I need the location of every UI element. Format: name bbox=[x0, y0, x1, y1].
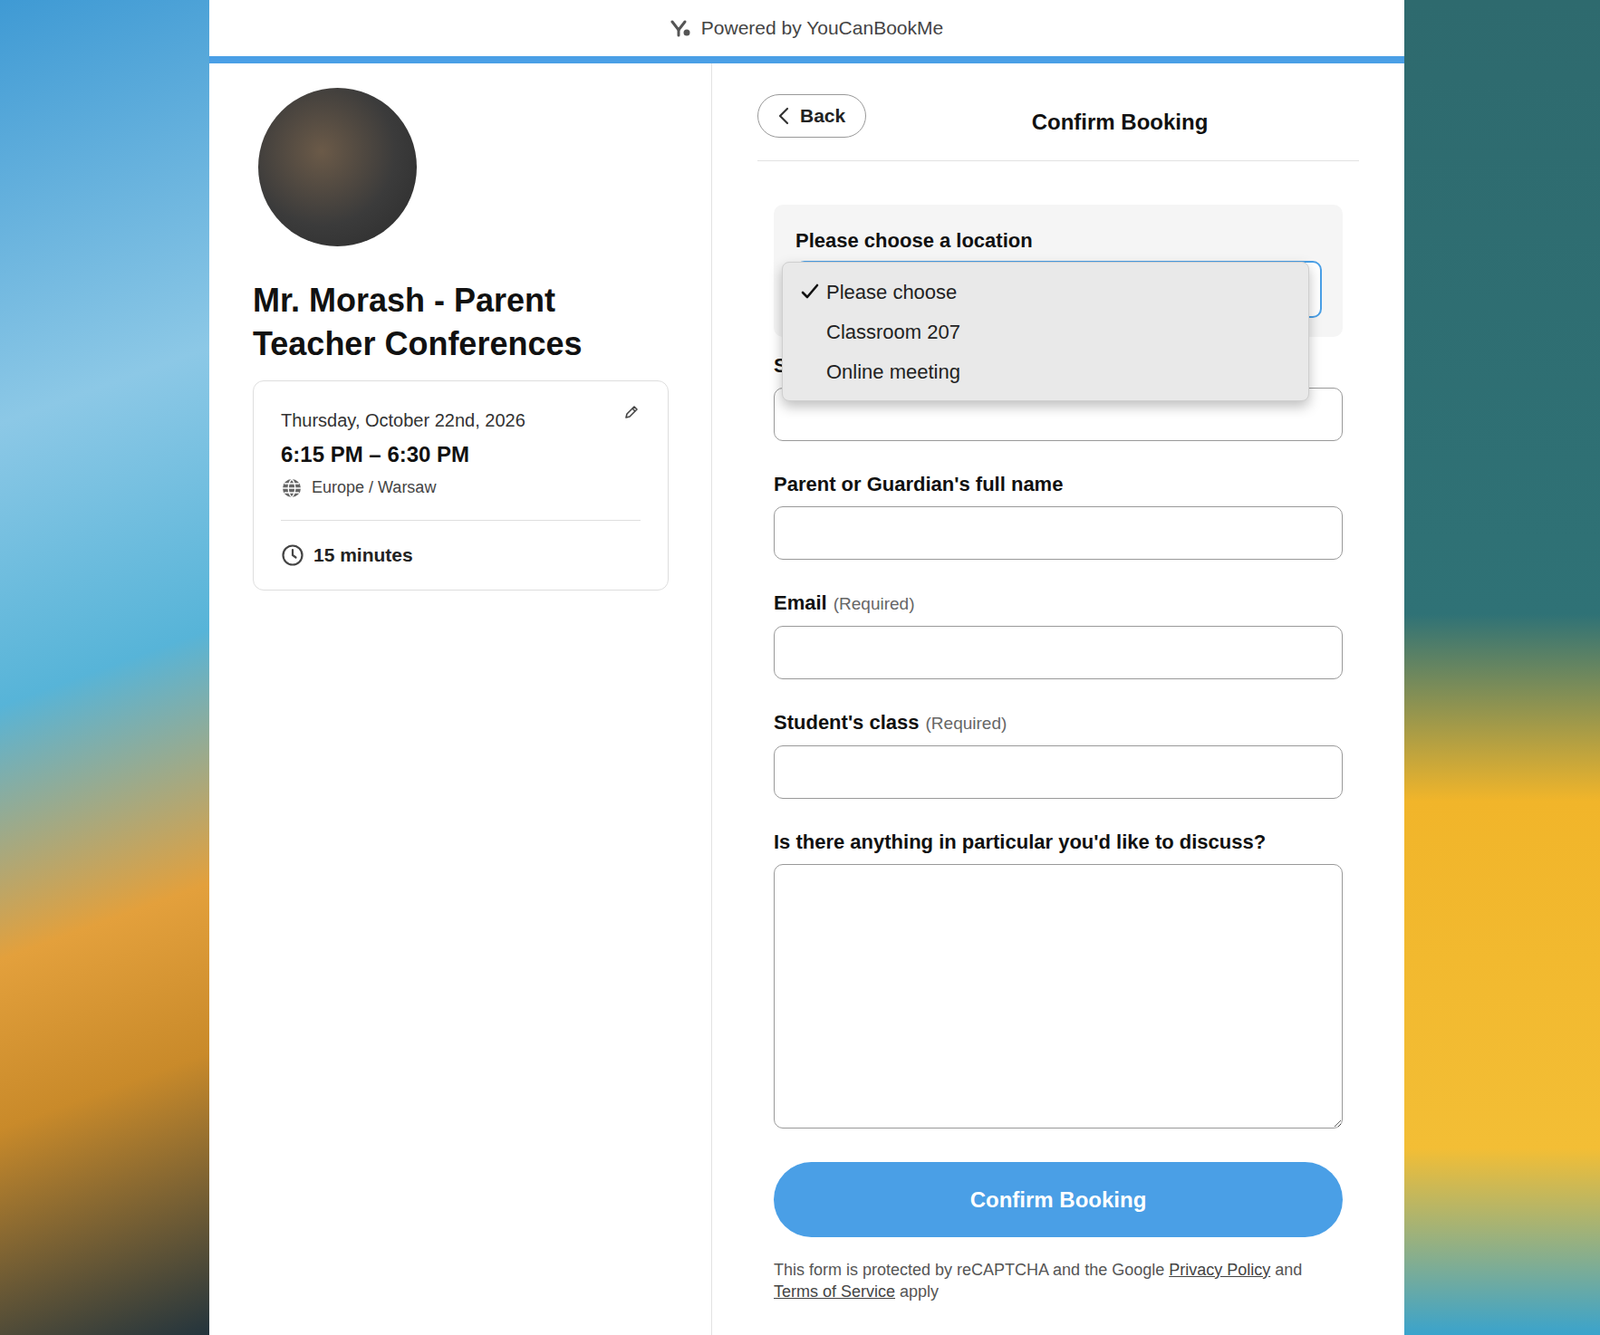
back-button[interactable]: Back bbox=[757, 94, 867, 138]
location-label: Please choose a location bbox=[795, 228, 1322, 254]
background-right bbox=[1404, 0, 1600, 1335]
form-field: Is there anything in particular you'd li… bbox=[773, 829, 1343, 1129]
field-label: Student's class(Required) bbox=[773, 710, 1343, 737]
form-field: Parent or Guardian's full name bbox=[773, 472, 1343, 560]
chevron-left-icon bbox=[778, 106, 790, 126]
field-label: Is there anything in particular you'd li… bbox=[773, 829, 1343, 856]
text-input[interactable] bbox=[773, 745, 1343, 800]
field-label: Email(Required) bbox=[773, 590, 1343, 617]
event-panel: Mr. Morash - Parent Teacher Conferences T… bbox=[209, 63, 713, 1335]
privacy-link[interactable]: Privacy Policy bbox=[1168, 1261, 1271, 1280]
location-option[interactable]: Please choose bbox=[782, 271, 1309, 312]
accent-bar bbox=[209, 56, 1405, 64]
field-label: Parent or Guardian's full name bbox=[773, 472, 1343, 498]
confirm-button[interactable]: Confirm Booking bbox=[773, 1162, 1343, 1238]
form-header: Back Confirm Booking bbox=[757, 95, 1360, 162]
terms-link[interactable]: Terms of Service bbox=[773, 1282, 896, 1302]
powered-by: Powered by YouCanBookMe bbox=[701, 13, 944, 43]
summary-divider bbox=[280, 520, 641, 521]
logo-icon bbox=[670, 19, 693, 38]
check-icon bbox=[800, 283, 827, 300]
page-title: Confirm Booking bbox=[971, 106, 1360, 139]
top-bar: Powered by YouCanBookMe bbox=[209, 0, 1405, 57]
clock-icon bbox=[280, 543, 305, 568]
discuss-textarea[interactable] bbox=[773, 864, 1343, 1129]
timezone: Europe / Warsaw bbox=[280, 475, 641, 501]
background-left bbox=[0, 0, 210, 1335]
text-input[interactable] bbox=[773, 506, 1343, 560]
edit-icon bbox=[622, 403, 641, 422]
location-menu: Please chooseClassroom 207Online meeting bbox=[781, 261, 1310, 402]
booking-time: 6:15 PM – 6:30 PM bbox=[280, 441, 641, 469]
form-field: Email(Required) bbox=[773, 590, 1343, 680]
location-option[interactable]: Classroom 207 bbox=[782, 311, 1309, 352]
globe-icon bbox=[280, 477, 303, 500]
booking-summary: Thursday, October 22nd, 2026 6:15 PM – 6:… bbox=[252, 380, 669, 591]
teacher-avatar bbox=[258, 87, 417, 247]
location-option[interactable]: Online meeting bbox=[782, 351, 1309, 392]
recaptcha-notice: This form is protected by reCAPTCHA and … bbox=[773, 1259, 1343, 1303]
location-group: Please choose a locationPlease chooseCla… bbox=[773, 204, 1343, 338]
form-field: Student's class(Required) bbox=[773, 710, 1343, 800]
text-input[interactable] bbox=[773, 626, 1343, 680]
booking-form: Please choose a location Please chooseCla… bbox=[757, 161, 1360, 1303]
duration: 15 minutes bbox=[280, 540, 641, 570]
form-panel: BackConfirm BookingPlease choose a locat… bbox=[712, 63, 1405, 1335]
booking-date: Thursday, October 22nd, 2026 bbox=[280, 408, 641, 433]
booking-card: Powered by YouCanBookMe Mr. Morash - Par… bbox=[209, 0, 1405, 1335]
event-title: Mr. Morash - Parent Teacher Conferences bbox=[252, 279, 669, 367]
